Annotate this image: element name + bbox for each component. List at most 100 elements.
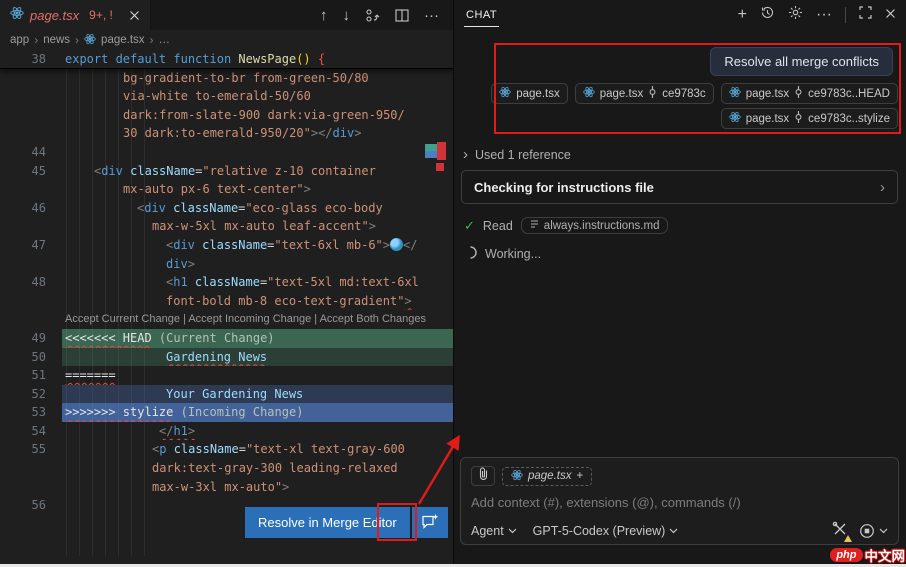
code-line[interactable]: 47<div className="text-6xl mb-6">🌍</: [0, 236, 453, 255]
tab-page-tsx[interactable]: page.tsx 9+, !: [0, 0, 151, 30]
react-icon: [499, 86, 511, 101]
chat-input-box[interactable]: page.tsx + Add context (#), extensions (…: [460, 457, 899, 545]
progress-title: Checking for instructions file: [474, 179, 654, 195]
react-icon: [583, 86, 595, 101]
used-references-row[interactable]: › Used 1 reference: [463, 147, 571, 162]
breadcrumb-symbol[interactable]: …: [159, 34, 171, 46]
read-label: Read: [482, 218, 513, 233]
code-line[interactable]: 51 =======: [0, 366, 453, 385]
code-line[interactable]: bg-gradient-to-br from-green-50/80: [0, 69, 453, 88]
previous-change-icon[interactable]: ↑: [320, 7, 328, 24]
merge-conflict-actions: Resolve in Merge Editor: [245, 507, 448, 538]
divider: [845, 7, 846, 23]
chat-header-icons: + ···: [738, 5, 896, 25]
breadcrumb-app[interactable]: app: [10, 34, 29, 46]
resolve-with-copilot-button[interactable]: [411, 507, 448, 538]
php-cn-watermark: php 中文网: [830, 545, 905, 565]
editor-tab-bar: page.tsx 9+, ! ↑ ↓ ···: [0, 0, 453, 30]
chat-request-bubble: Resolve all merge conflicts: [710, 47, 893, 76]
ruler-mark-error: [437, 142, 446, 160]
tab-chat[interactable]: CHAT: [464, 3, 500, 27]
history-icon[interactable]: [760, 5, 775, 25]
more-actions-icon[interactable]: ···: [816, 6, 832, 24]
code-line[interactable]: via-white to-emerald-50/60: [0, 87, 453, 106]
maximize-panel-icon[interactable]: [859, 6, 872, 24]
code-line[interactable]: div>: [0, 255, 453, 274]
attach-context-button[interactable]: [471, 466, 495, 486]
add-context-plus[interactable]: +: [576, 470, 583, 482]
code-line[interactable]: 38 export default function NewsPage() {: [0, 50, 453, 69]
resolve-in-merge-editor-button[interactable]: Resolve in Merge Editor: [245, 507, 410, 538]
watermark-text: 中文网: [864, 549, 906, 564]
chat-panel: CHAT + ··· Resolve all merge conflicts p…: [453, 0, 906, 567]
context-chip[interactable]: page.tsx ce9783c..HEAD: [720, 83, 898, 104]
editor-actions: ↑ ↓ ···: [320, 0, 453, 30]
context-chip[interactable]: page.tsx ce9783c: [574, 83, 714, 104]
code-line[interactable]: mx-auto px-6 text-center">: [0, 180, 453, 199]
php-badge: php: [830, 548, 863, 562]
code-line[interactable]: 48 <h1 className="text-5xl md:text-6xl: [0, 273, 453, 292]
code-line[interactable]: dark:text-gray-300 leading-relaxed: [0, 459, 453, 478]
code-line[interactable]: 53 >>>>>>> stylize (Incoming Change): [0, 403, 453, 422]
split-editor-icon[interactable]: [395, 8, 409, 22]
code-line[interactable]: 55 <p className="text-xl text-gray-600: [0, 440, 453, 459]
chevron-down-icon: [669, 528, 678, 533]
git-ref-icon: [648, 86, 657, 101]
breadcrumb-news[interactable]: news: [43, 34, 70, 46]
model-label: GPT-5-Codex (Preview): [532, 523, 666, 538]
chat-input[interactable]: Add context (#), extensions (@), command…: [471, 495, 888, 510]
code-line[interactable]: 30 dark:to-emerald-950/20"></div>: [0, 124, 453, 143]
more-actions-icon[interactable]: ···: [424, 7, 439, 24]
close-tab-icon[interactable]: [129, 10, 140, 21]
source-control-graph-icon[interactable]: [365, 8, 380, 23]
breadcrumb-separator: ›: [34, 33, 39, 47]
read-file-row: ✓ Read always.instructions.md: [464, 217, 669, 234]
code-line[interactable]: Accept Current Change | Accept Incoming …: [0, 310, 453, 329]
chat-input-controls: Agent GPT-5-Codex (Preview): [471, 521, 888, 542]
react-icon: [728, 111, 741, 126]
context-chip-row: page.tsx page.tsx ce9783c page.tsx ce9783c..…: [491, 83, 898, 104]
gear-icon[interactable]: [788, 5, 803, 25]
react-icon: [511, 469, 523, 484]
working-row: Working...: [464, 246, 541, 262]
react-icon: [728, 86, 741, 101]
stop-request-button[interactable]: [859, 523, 888, 539]
chat-sparkle-icon: [421, 513, 439, 533]
code-line[interactable]: dark:from-slate-900 dark:via-green-950/: [0, 106, 453, 125]
agent-mode-picker[interactable]: Agent: [471, 524, 517, 538]
code-line[interactable]: max-w-3xl mx-auto">: [0, 478, 453, 497]
code-editor[interactable]: 38 export default function NewsPage() {bg…: [0, 50, 453, 556]
context-chip[interactable]: page.tsx: [491, 83, 568, 104]
chevron-right-icon: ›: [880, 178, 885, 196]
tools-icon[interactable]: [832, 521, 852, 542]
code-line[interactable]: 54 </h1>: [0, 422, 453, 441]
react-icon: [10, 6, 24, 25]
tab-problems-badge: 9+, !: [89, 8, 113, 22]
breadcrumb-file[interactable]: page.tsx: [101, 34, 144, 46]
instructions-file-chip[interactable]: always.instructions.md: [520, 217, 669, 234]
breadcrumb-separator: ›: [75, 33, 80, 47]
used-references-label: Used 1 reference: [475, 147, 571, 162]
code-line[interactable]: 44: [0, 143, 453, 162]
close-panel-icon[interactable]: [885, 6, 896, 24]
next-change-icon[interactable]: ↓: [343, 7, 351, 24]
new-chat-icon[interactable]: +: [738, 6, 747, 24]
breadcrumb-separator: ›: [149, 33, 154, 47]
context-chip[interactable]: page.tsx ce9783c..stylize: [720, 108, 898, 129]
breadcrumb[interactable]: app › news › page.tsx › …: [0, 30, 453, 50]
react-icon: [84, 33, 96, 48]
code-line[interactable]: 45 <div className="relative z-10 containe…: [0, 162, 453, 181]
chevron-right-icon: ›: [463, 146, 468, 163]
current-file-context-chip[interactable]: page.tsx +: [502, 466, 593, 486]
paperclip-icon: [478, 467, 489, 485]
model-picker[interactable]: GPT-5-Codex (Preview): [533, 524, 679, 538]
git-ref-icon: [794, 111, 803, 126]
code-line[interactable]: 46 <div className="eco-glass eco-body: [0, 199, 453, 218]
code-line[interactable]: 49 <<<<<<< HEAD (Current Change): [0, 328, 453, 348]
code-line[interactable]: font-bold mb-8 eco-text-gradient">: [0, 292, 453, 311]
code-line[interactable]: max-w-5xl mx-auto leaf-accent">: [0, 217, 453, 236]
code-line[interactable]: 52 Your Gardening News: [0, 384, 453, 404]
vscode-window: page.tsx 9+, ! ↑ ↓ ··· app › news › page…: [0, 0, 906, 567]
progress-step-box[interactable]: Checking for instructions file ›: [461, 170, 898, 204]
code-line[interactable]: 50 Gardening News: [0, 347, 453, 367]
